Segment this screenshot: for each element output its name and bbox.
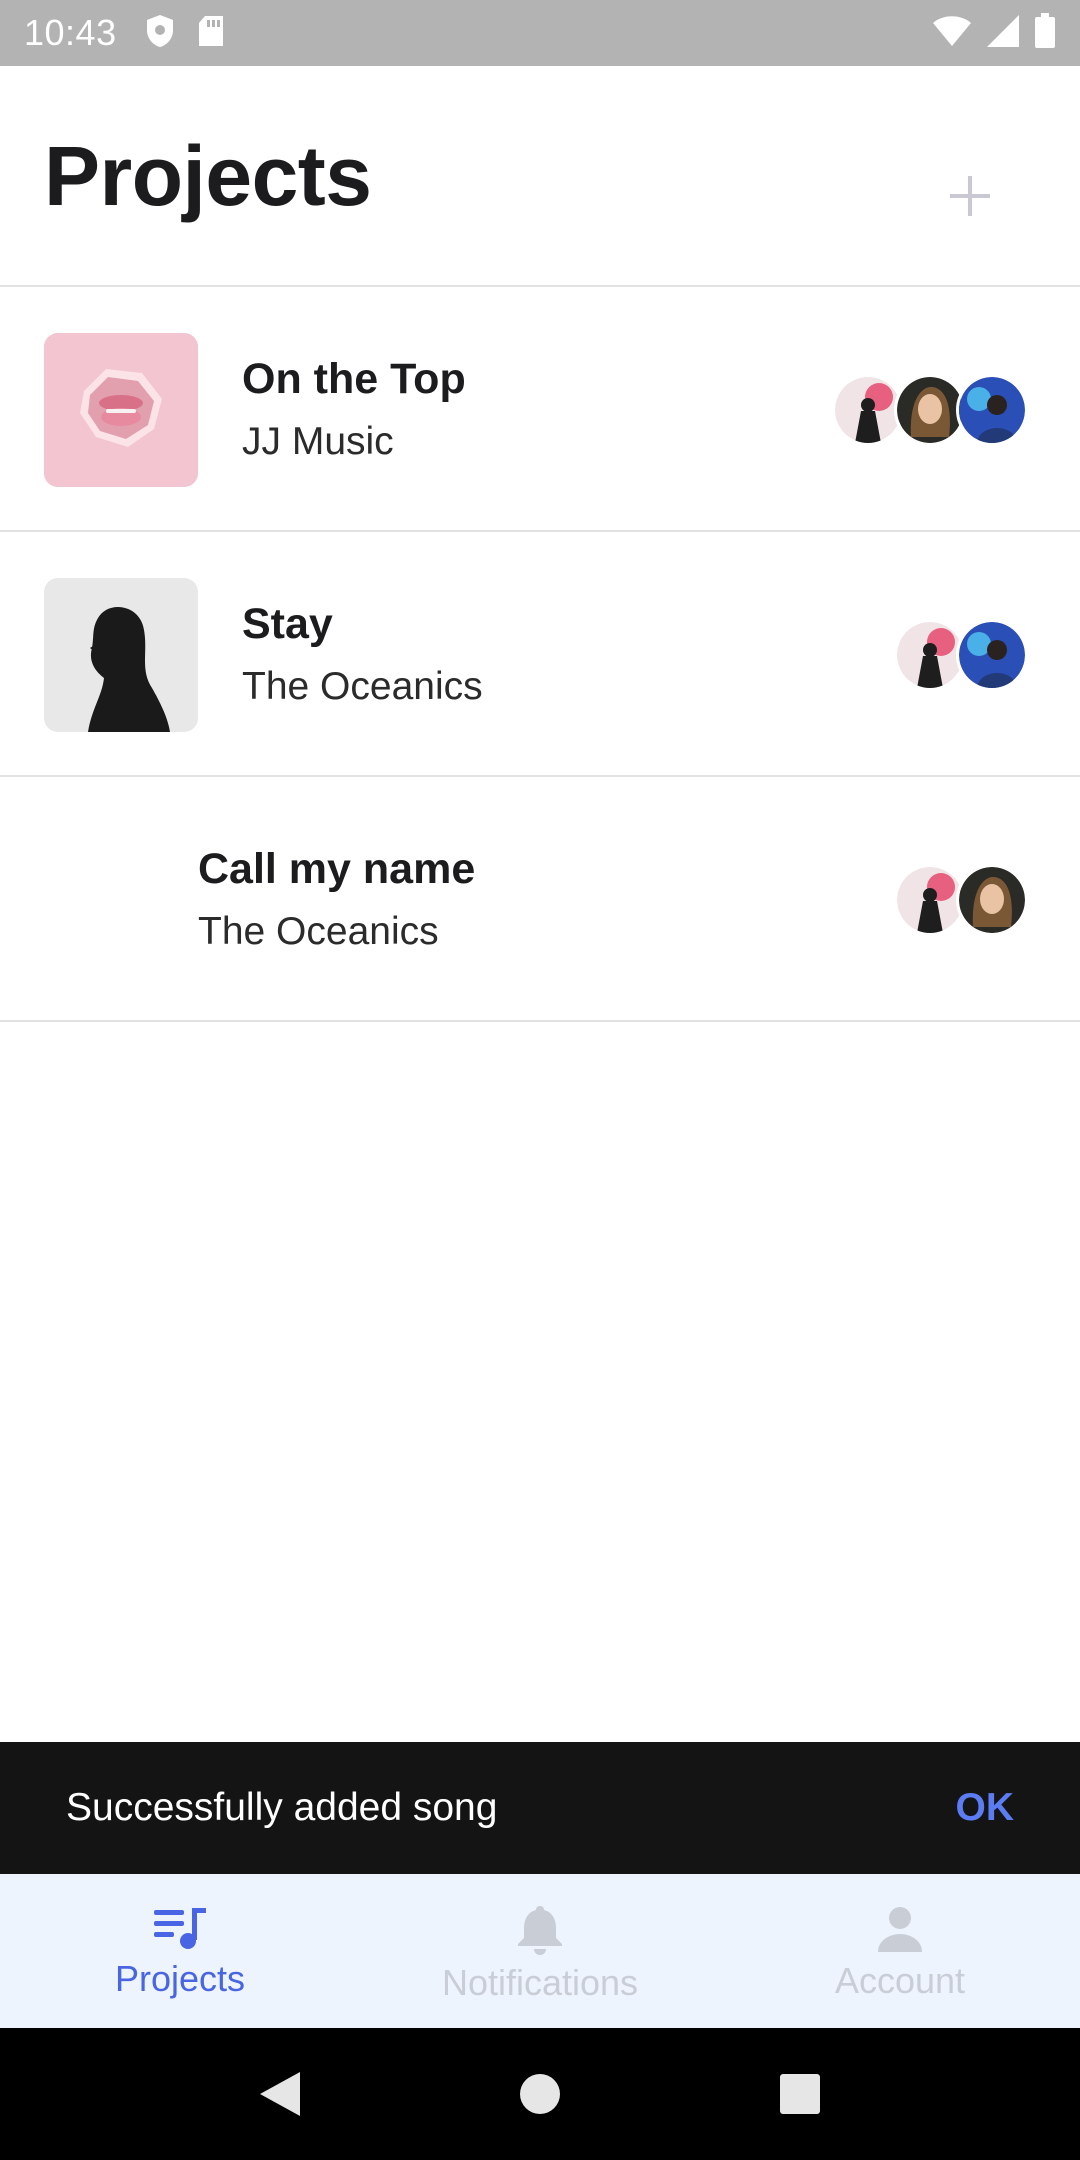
collaborator-avatars	[832, 374, 1028, 446]
sd-card-icon	[197, 15, 225, 52]
shield-icon	[145, 14, 175, 53]
project-list: On the Top JJ Music Stay The Oceanics Ca…	[0, 287, 1080, 1022]
system-navigation-bar	[0, 2028, 1080, 2160]
project-artist: JJ Music	[242, 420, 394, 463]
plus-icon	[950, 176, 990, 216]
project-cover-image	[44, 578, 198, 732]
nav-label: Account	[834, 1960, 966, 2001]
page-title: Projects	[44, 129, 372, 223]
battery-icon	[1034, 12, 1056, 54]
bottom-navigation: Projects Notifications Account	[0, 1874, 1080, 2028]
project-row[interactable]: On the Top JJ Music	[0, 287, 1080, 532]
back-triangle-icon	[260, 2072, 300, 2116]
snackbar: Successfully added song OK	[0, 1742, 1080, 1874]
project-artist: The Oceanics	[198, 910, 439, 953]
nav-item-projects[interactable]: Projects	[0, 1874, 360, 2028]
back-button[interactable]	[240, 2054, 320, 2134]
project-cover-image	[44, 333, 198, 487]
add-project-button[interactable]	[920, 146, 1020, 246]
recents-button[interactable]	[760, 2054, 840, 2134]
collaborator-avatars	[894, 864, 1028, 936]
avatar	[956, 619, 1028, 691]
collaborator-avatars	[894, 619, 1028, 691]
status-time: 10:43	[24, 12, 117, 53]
nav-label: Notifications	[441, 1962, 639, 2003]
snackbar-ok-button[interactable]: OK	[956, 1786, 1015, 1830]
bell-icon	[518, 1906, 562, 1955]
avatar	[956, 374, 1028, 446]
nav-item-notifications[interactable]: Notifications	[360, 1874, 720, 2028]
home-button[interactable]	[500, 2054, 580, 2134]
avatar	[956, 864, 1028, 936]
project-artist: The Oceanics	[242, 665, 483, 708]
project-row[interactable]: Stay The Oceanics	[0, 532, 1080, 777]
playlist-music-icon	[154, 1908, 206, 1949]
app-header: Projects	[0, 66, 1080, 287]
home-circle-icon	[520, 2074, 560, 2114]
person-icon	[878, 1907, 922, 1952]
status-bar: 10:43	[0, 0, 1080, 66]
wifi-icon	[932, 15, 972, 52]
nav-label: Projects	[114, 1958, 246, 1999]
nav-item-account[interactable]: Account	[720, 1874, 1080, 2028]
project-row[interactable]: Call my name The Oceanics	[0, 777, 1080, 1022]
project-title: On the Top	[242, 355, 466, 403]
project-title: Stay	[242, 600, 333, 648]
project-title: Call my name	[198, 845, 476, 893]
cell-signal-icon	[986, 14, 1020, 53]
recents-square-icon	[780, 2074, 820, 2114]
snackbar-message: Successfully added song	[66, 1786, 498, 1829]
